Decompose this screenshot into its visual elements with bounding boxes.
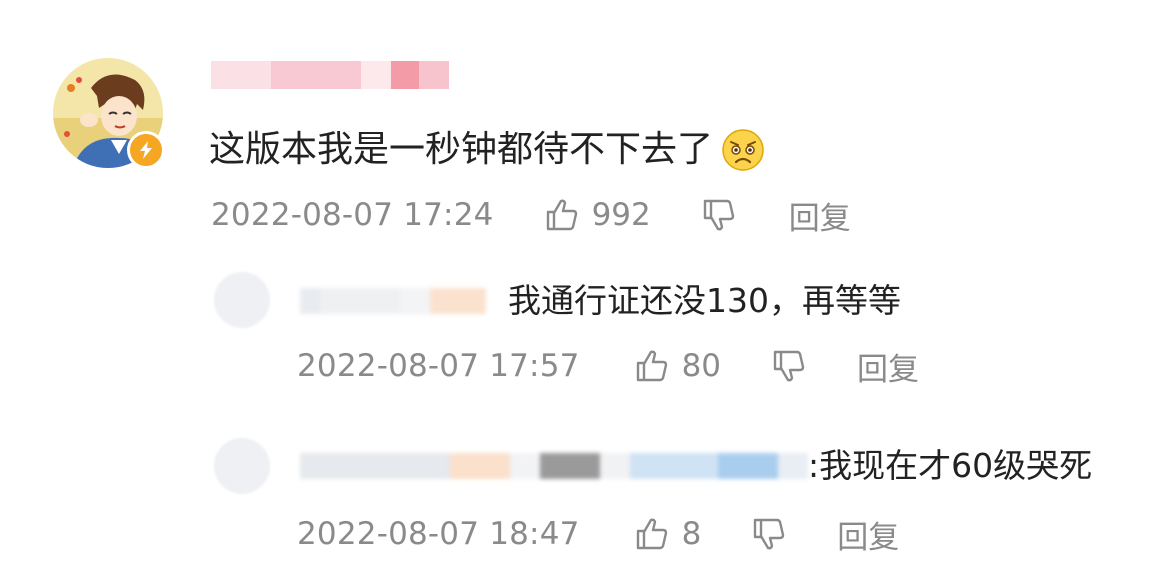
reply-button[interactable]: 回复: [789, 193, 851, 238]
thumbs-up-icon[interactable]: [634, 516, 670, 552]
verified-badge-icon: [127, 131, 165, 169]
reply-item: 我通行证还没130，再等等: [300, 276, 901, 326]
username-redacted[interactable]: [211, 61, 449, 89]
comment-meta: 2022-08-07 17:24 992 回复: [211, 193, 851, 238]
comment-body: 这版本我是一秒钟都待不下去了: [209, 128, 765, 172]
reply-text: 我通行证还没130，再等等: [508, 281, 901, 320]
thumbs-down-icon[interactable]: [771, 348, 807, 384]
comment-text: 这版本我是一秒钟都待不下去了: [209, 129, 714, 170]
thumbs-down-icon[interactable]: [751, 516, 787, 552]
reply-avatar[interactable]: [214, 272, 270, 328]
thumbs-up-icon[interactable]: [634, 348, 670, 384]
reply-text: :我现在才60级哭死: [808, 446, 1093, 485]
like-count: 8: [681, 516, 702, 552]
reply-username-redacted[interactable]: [300, 288, 486, 314]
reply-meta: 2022-08-07 17:57 80 回复: [297, 344, 919, 389]
like-count: 992: [591, 197, 651, 233]
reply-username-redacted[interactable]: [300, 453, 808, 479]
timestamp: 2022-08-07 17:57: [297, 348, 580, 384]
timestamp: 2022-08-07 17:24: [211, 197, 494, 233]
timestamp: 2022-08-07 18:47: [297, 516, 580, 552]
thumbs-down-icon[interactable]: [701, 197, 737, 233]
reply-button[interactable]: 回复: [857, 344, 919, 389]
reply-meta: 2022-08-07 18:47 8 回复: [297, 512, 899, 557]
thumbs-up-icon[interactable]: [544, 197, 580, 233]
reply-item: :我现在才60级哭死: [300, 441, 1092, 491]
like-count: 80: [681, 348, 722, 384]
reply-button[interactable]: 回复: [837, 512, 899, 557]
reply-avatar[interactable]: [214, 438, 270, 494]
worried-face-icon: [721, 128, 765, 172]
comment-thread: 这版本我是一秒钟都待不下去了 2022-08-07 17:24 992 回复 我…: [0, 0, 1170, 574]
